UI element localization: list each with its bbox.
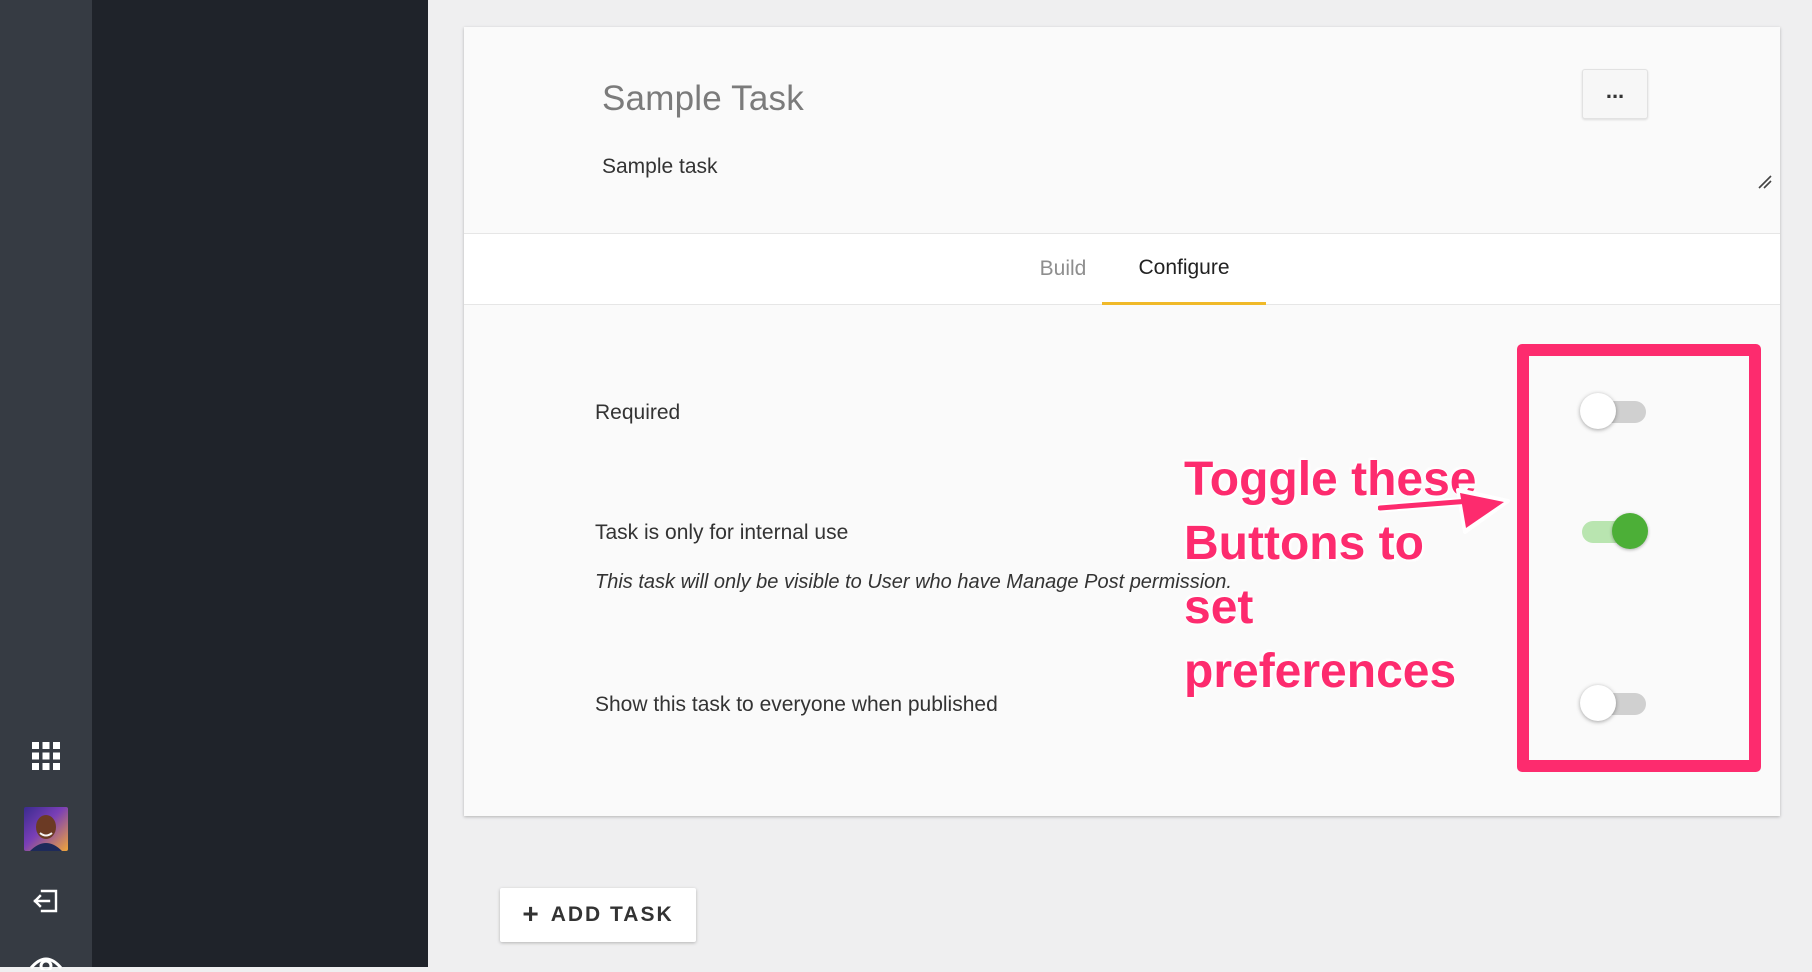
add-task-button[interactable]: + ADD TASK — [500, 888, 696, 942]
annotation-text: Toggle these Buttons to set preferences — [1184, 453, 1477, 698]
setting-required-label: Required — [595, 401, 681, 424]
tab-configure[interactable]: Configure — [1102, 234, 1266, 305]
plus-icon: + — [522, 897, 541, 929]
annotation-highlight-box — [1517, 344, 1761, 772]
setting-internal-note: This task will only be visible to User w… — [595, 571, 1232, 593]
user-avatar[interactable] — [0, 806, 92, 852]
more-options-button[interactable]: ... — [1582, 69, 1648, 119]
icon-rail — [0, 0, 92, 970]
add-task-label: ADD TASK — [550, 903, 674, 926]
annotation-arrow-icon — [1375, 488, 1512, 541]
task-title[interactable]: Sample Task — [602, 79, 804, 119]
avatar-image — [24, 807, 68, 851]
resize-handle-icon[interactable] — [1758, 175, 1772, 194]
logout-icon[interactable] — [0, 886, 92, 916]
navigation-panel — [92, 0, 428, 967]
setting-internal-label: Task is only for internal use — [595, 521, 849, 544]
task-description[interactable]: Sample task — [602, 155, 718, 179]
setting-show-everyone-label: Show this task to everyone when publishe… — [595, 693, 998, 716]
tab-bar: Build Configure — [464, 233, 1780, 305]
eye-icon[interactable] — [0, 952, 92, 972]
apps-grid-icon[interactable] — [0, 740, 92, 772]
